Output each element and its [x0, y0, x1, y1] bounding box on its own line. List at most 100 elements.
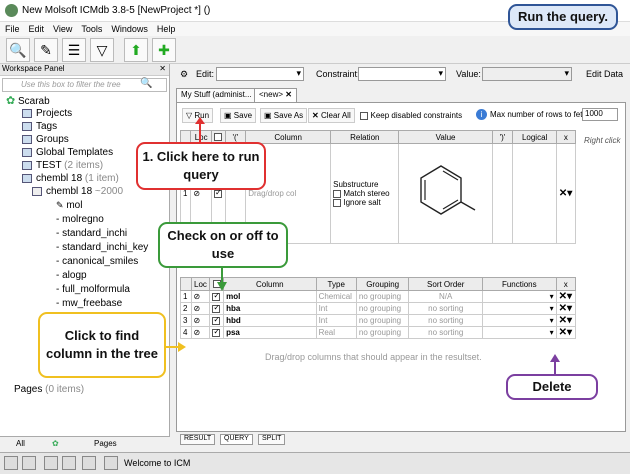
- value-select[interactable]: [482, 67, 572, 81]
- constraint-select[interactable]: [358, 67, 446, 81]
- list-icon[interactable]: ☰: [62, 38, 86, 62]
- delete-icon[interactable]: ✕▾: [555, 314, 577, 327]
- keep-disabled-checkbox[interactable]: Keep disabled constraints: [360, 110, 462, 120]
- delete-icon[interactable]: ✕▾: [555, 302, 577, 315]
- tree-item-test[interactable]: TEST (2 items): [22, 160, 103, 171]
- filter-icon[interactable]: ▽: [90, 38, 114, 62]
- tree-item-global-templates[interactable]: Global Templates: [22, 147, 113, 158]
- tree-root[interactable]: ✿ Scarab: [6, 94, 50, 107]
- tab-all[interactable]: All: [16, 439, 25, 448]
- tree-column-alogp[interactable]: - alogp: [56, 270, 87, 281]
- menu-help[interactable]: Help: [157, 24, 176, 34]
- locate-icon[interactable]: ⊘: [190, 326, 211, 339]
- sort-select[interactable]: no sorting: [408, 314, 483, 327]
- menu-view[interactable]: View: [53, 24, 72, 34]
- enable-checkbox[interactable]: [212, 328, 221, 337]
- right-click-hint: Right click: [584, 136, 621, 145]
- col-header-logical: Logical: [512, 130, 557, 144]
- menu-edit[interactable]: Edit: [29, 24, 45, 34]
- sort-select[interactable]: N/A: [408, 290, 483, 303]
- structure-value[interactable]: [398, 143, 493, 244]
- tree-column-full-molformula[interactable]: - full_molformula: [56, 284, 130, 295]
- arrow-icon: [550, 354, 560, 374]
- col-header-column: Column: [223, 277, 317, 291]
- search-icon[interactable]: 🔍: [6, 38, 30, 62]
- tree-column-standard-inchi-key[interactable]: - standard_inchi_key: [56, 242, 148, 253]
- edit-icon[interactable]: ✎: [34, 38, 58, 62]
- col-header-value: Value: [398, 130, 493, 144]
- tab-result[interactable]: RESULT: [180, 434, 216, 445]
- edit-select[interactable]: [216, 67, 304, 81]
- menu-file[interactable]: File: [5, 24, 20, 34]
- checkbox[interactable]: [333, 189, 342, 198]
- grouping-select[interactable]: no grouping: [355, 290, 410, 303]
- tree-column-molregno[interactable]: - molregno: [56, 214, 104, 225]
- table-icon: [32, 186, 42, 196]
- beetle-icon: ✿: [6, 95, 16, 107]
- tab-new[interactable]: <new> ✕: [254, 88, 297, 102]
- tree-column-standard-inchi[interactable]: - standard_inchi: [56, 228, 127, 239]
- sort-select[interactable]: no sorting: [408, 302, 483, 315]
- grouping-select[interactable]: no grouping: [355, 314, 410, 327]
- tree-item-groups[interactable]: Groups: [22, 134, 69, 145]
- tree-item-pages[interactable]: Pages (0 items): [14, 384, 84, 395]
- locate-icon[interactable]: ⊘: [190, 290, 211, 303]
- tab-query[interactable]: QUERY: [220, 434, 253, 445]
- edit-data-button[interactable]: Edit Data: [586, 69, 623, 79]
- delete-icon[interactable]: ✕▾: [555, 326, 577, 339]
- tree-item-chembl-18-table[interactable]: chembl 18 ~2000: [32, 186, 123, 197]
- menu-tools[interactable]: Tools: [81, 24, 102, 34]
- sort-select[interactable]: no sorting: [408, 326, 483, 339]
- upload-icon[interactable]: ⬆: [124, 38, 148, 62]
- window-icon[interactable]: [44, 456, 58, 470]
- tree-column-canonical-smiles[interactable]: - canonical_smiles: [56, 256, 138, 267]
- tab-pages[interactable]: Pages: [94, 439, 117, 448]
- settings-icon[interactable]: [104, 456, 118, 470]
- menu-windows[interactable]: Windows: [111, 24, 148, 34]
- tree-column-mol[interactable]: ✎ mol: [56, 200, 82, 211]
- tree-item-tags[interactable]: Tags: [22, 121, 57, 132]
- tab-split[interactable]: SPLIT: [258, 434, 286, 445]
- close-icon[interactable]: ✕: [159, 64, 166, 73]
- workspace-tabs: All ✿ Pages: [0, 436, 170, 452]
- relation-select[interactable]: Substructure: [333, 180, 396, 189]
- grouping-select[interactable]: no grouping: [355, 302, 410, 315]
- clear-all-button[interactable]: ✕ Clear All: [308, 108, 355, 123]
- info-icon[interactable]: i: [476, 109, 487, 120]
- tree-column-mw-freebase[interactable]: - mw_freebase: [56, 298, 122, 309]
- delete-icon[interactable]: ✕▾: [555, 143, 577, 244]
- max-rows-input[interactable]: 1000: [582, 108, 618, 121]
- search-icon[interactable]: 🔍: [140, 78, 152, 89]
- app-icon: [5, 4, 18, 17]
- monitor-icon[interactable]: [62, 456, 76, 470]
- checkbox[interactable]: [360, 111, 368, 120]
- functions-select[interactable]: ▾: [482, 290, 557, 303]
- delete-icon[interactable]: ✕▾: [555, 290, 577, 303]
- tree-item-projects[interactable]: Projects: [22, 108, 72, 119]
- status-message: Welcome to ICM: [124, 458, 191, 468]
- enable-checkbox[interactable]: [212, 292, 221, 301]
- checkbox[interactable]: [333, 198, 342, 207]
- locate-icon[interactable]: ⊘: [190, 314, 211, 327]
- close-icon[interactable]: ✕: [285, 90, 292, 99]
- tab-my-stuff[interactable]: My Stuff (administ...: [176, 88, 257, 102]
- functions-select[interactable]: ▾: [482, 302, 557, 315]
- save-icon: ▣: [224, 111, 232, 120]
- functions-select[interactable]: ▾: [482, 314, 557, 327]
- stop-icon[interactable]: [4, 456, 18, 470]
- enable-checkbox[interactable]: [212, 316, 221, 325]
- enable-checkbox[interactable]: [214, 188, 223, 198]
- beetle-tab-icon[interactable]: ✿: [52, 439, 59, 448]
- functions-select[interactable]: ▾: [482, 326, 557, 339]
- relation-cell[interactable]: Substructure Match stereo Ignore salt: [330, 143, 400, 244]
- enable-checkbox[interactable]: [212, 304, 221, 313]
- grouping-select[interactable]: no grouping: [355, 326, 410, 339]
- tree-item-chembl-18[interactable]: chembl 18 (1 item): [22, 173, 119, 184]
- save-button[interactable]: ▣ Save: [220, 108, 257, 123]
- locate-icon[interactable]: ⊘: [190, 302, 211, 315]
- status-bar: Welcome to ICM: [0, 452, 630, 474]
- panel-icon[interactable]: [82, 456, 96, 470]
- add-user-icon[interactable]: ✚: [152, 38, 176, 62]
- db-icon[interactable]: [22, 456, 36, 470]
- save-as-button[interactable]: ▣ Save As: [260, 108, 308, 123]
